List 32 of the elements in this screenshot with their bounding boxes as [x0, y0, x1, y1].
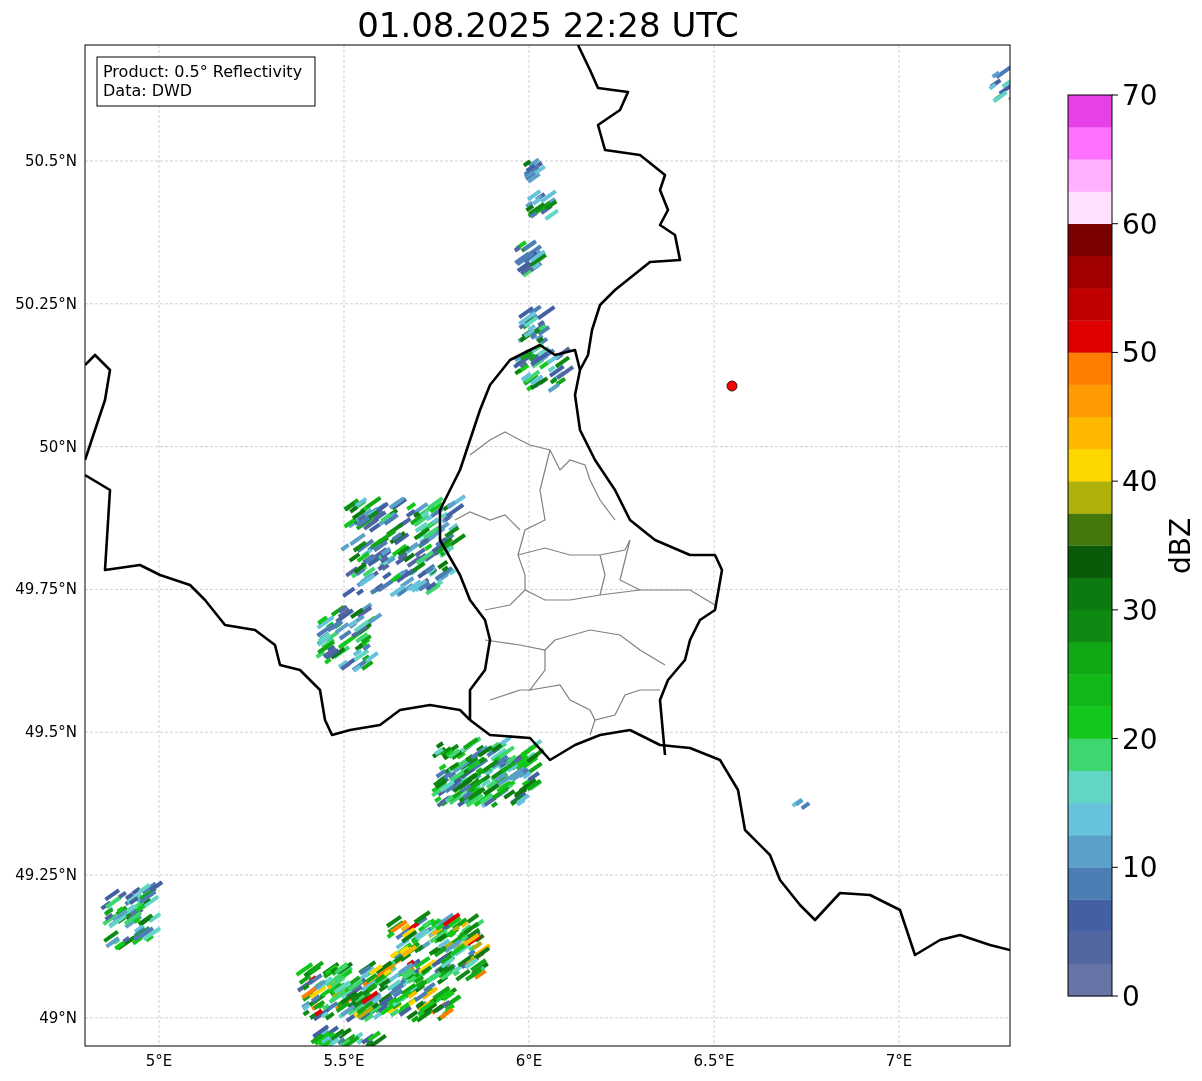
legend-text: Product: 0.5° Reflectivity: [103, 62, 303, 81]
longitude-label: 5°E: [145, 1052, 173, 1070]
radar-echo: [522, 157, 546, 184]
colorbar-tick-label: 20: [1122, 722, 1158, 756]
location-marker: [726, 380, 738, 392]
radar-echo: [315, 602, 383, 673]
latitude-label: 49.75°N: [15, 580, 77, 599]
colorbar-tick-label: 0: [1122, 980, 1140, 1013]
colorbar-tick-label: 40: [1122, 465, 1158, 499]
chart-title: 01.08.2025 22:28 UTC: [357, 5, 739, 45]
radar-echo: [525, 189, 559, 221]
radar-echo: [513, 239, 547, 278]
radar-echo: [791, 797, 811, 810]
longitude-label: 5.5°E: [323, 1052, 365, 1070]
latitude-label: 49°N: [39, 1008, 77, 1027]
radar-echo: [988, 65, 1010, 103]
latitude-label: 50.5°N: [24, 152, 77, 170]
latitude-label: 50.25°N: [15, 294, 77, 313]
latitude-label: 50°N: [39, 437, 77, 456]
latitude-label: 49.25°N: [15, 866, 77, 884]
colorbar-label: dBZ: [1164, 517, 1197, 575]
legend-text: Data: DWD: [103, 81, 193, 100]
colorbar-tick-label: 70: [1122, 79, 1158, 112]
colorbar-tick-label: 50: [1122, 336, 1158, 370]
latitude-label: 49.5°N: [24, 723, 77, 742]
colorbar-tick-label: 60: [1122, 207, 1158, 241]
colorbar-tick-label: 30: [1122, 593, 1158, 627]
radar-echo: [100, 880, 164, 951]
longitude-label: 6.5°E: [693, 1052, 735, 1070]
colorbar-tick-label: 10: [1122, 851, 1158, 885]
longitude-label: 6°E: [515, 1052, 543, 1070]
longitude-label: 7°E: [885, 1052, 913, 1070]
